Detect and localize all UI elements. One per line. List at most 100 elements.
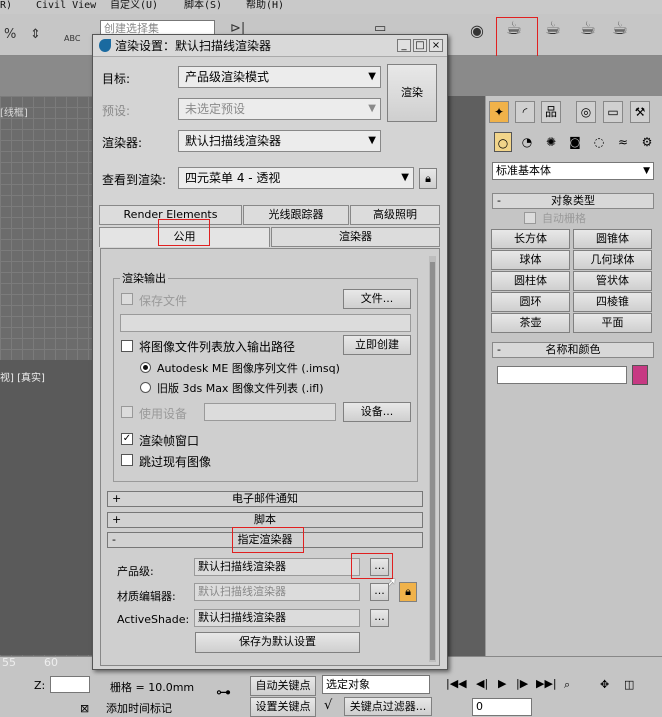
render-iterative-icon[interactable]: ☕ (612, 20, 628, 38)
cameras-icon[interactable]: ◙ (566, 132, 584, 152)
modify-tab-icon[interactable]: ◜ (515, 101, 535, 123)
object-color-swatch[interactable] (632, 365, 648, 385)
cylinder-button[interactable]: 圆柱体 (491, 271, 570, 291)
lights-icon[interactable]: ✺ (542, 132, 560, 152)
activeshade-browse-button[interactable]: ... (370, 609, 389, 627)
autogrid-checkbox[interactable] (524, 212, 536, 224)
key-icon[interactable]: ⊶ (216, 683, 231, 701)
material-editor-icon[interactable]: ◉ (470, 22, 484, 40)
files-button[interactable]: 文件... (343, 289, 411, 309)
auto-key-button[interactable]: 自动关键点 (250, 676, 316, 696)
rendered-frame-window-checkbox[interactable]: ✓ (121, 433, 133, 445)
key-filters-button[interactable]: 关键点过滤器... (344, 697, 432, 716)
current-frame-field[interactable]: 0 (472, 698, 532, 716)
imsq-radio[interactable] (140, 362, 151, 373)
render-button[interactable]: 渲染 (387, 64, 437, 122)
motion-tab-icon[interactable]: ◎ (576, 101, 596, 123)
zoom-icon[interactable]: ⌕ (564, 678, 570, 692)
category-dropdown[interactable]: 标准基本体 ▼ (492, 162, 654, 180)
lock-icon[interactable]: 🔒︎ (399, 582, 417, 602)
menu-item-civil-view[interactable]: Civil View (36, 0, 96, 12)
previous-frame-icon[interactable]: ◀| (476, 677, 488, 690)
preset-dropdown[interactable]: 未选定预设 ▼ (178, 98, 381, 120)
percent-snap-icon[interactable]: % (4, 26, 16, 44)
save-file-checkbox[interactable] (121, 293, 133, 305)
tab-advanced-lighting[interactable]: 高级照明 (350, 205, 440, 225)
viewport-label-top[interactable]: [线框] (0, 104, 28, 119)
render-icon[interactable]: ☕ (580, 20, 596, 38)
plane-button[interactable]: 平面 (573, 313, 652, 333)
object-name-field[interactable] (497, 366, 627, 384)
go-to-start-icon[interactable]: |◀◀ (446, 677, 467, 690)
create-tab-icon[interactable]: ✦ (489, 101, 509, 123)
menu-item-customize[interactable]: 自定义(U) (110, 0, 158, 12)
ifl-radio[interactable] (140, 382, 151, 393)
viewport-label-perspective[interactable]: 视] [真实] (0, 369, 45, 384)
time-tag-icon[interactable]: ⊠ (80, 702, 89, 715)
selected-object-dropdown[interactable]: 选定对象 (322, 675, 430, 694)
rendered-frame-icon[interactable]: ☕ (545, 20, 561, 38)
z-coordinate-field[interactable] (50, 676, 90, 693)
create-now-button[interactable]: 立即创建 (343, 335, 411, 355)
tab-renderer[interactable]: 渲染器 (271, 227, 440, 247)
teapot-button[interactable]: 茶壶 (491, 313, 570, 333)
view-to-render-value: 四元菜单 4 - 透视 (185, 171, 281, 185)
geometry-icon[interactable]: ○ (494, 132, 512, 152)
pyramid-button[interactable]: 四棱锥 (573, 292, 652, 312)
viewport-perspective[interactable] (0, 360, 93, 655)
scripts-title: 脚本 (254, 513, 276, 526)
target-dropdown[interactable]: 产品级渲染模式 ▼ (178, 66, 381, 88)
shapes-icon[interactable]: ◔ (518, 132, 536, 152)
category-value: 标准基本体 (496, 164, 551, 177)
close-button[interactable]: × (429, 39, 443, 52)
systems-icon[interactable]: ⚙ (638, 132, 656, 152)
helpers-icon[interactable]: ◌ (590, 132, 608, 152)
put-image-list-checkbox[interactable] (121, 340, 133, 352)
cone-button[interactable]: 圆锥体 (573, 229, 652, 249)
hierarchy-tab-icon[interactable]: 品 (541, 101, 561, 123)
go-to-end-icon[interactable]: ▶▶| (536, 677, 557, 690)
name-color-rollout[interactable]: - 名称和颜色 (492, 342, 654, 358)
geosphere-button[interactable]: 几何球体 (573, 250, 652, 270)
object-type-rollout[interactable]: - 对象类型 (492, 193, 654, 209)
play-icon[interactable]: ▶ (498, 677, 506, 690)
lock-icon[interactable]: 🔒︎ (419, 168, 437, 189)
menu-item-script[interactable]: 脚本(S) (184, 0, 222, 12)
devices-button[interactable]: 设备... (343, 402, 411, 422)
save-as-defaults-button[interactable]: 保存为默认设置 (195, 632, 360, 653)
display-tab-icon[interactable]: ▭ (603, 101, 623, 123)
tab-raytracer[interactable]: 光线跟踪器 (243, 205, 349, 225)
next-frame-icon[interactable]: |▶ (516, 677, 528, 690)
dialog-title-bar[interactable]: 渲染设置：默认扫描线渲染器 (93, 35, 447, 57)
use-device-checkbox[interactable] (121, 406, 133, 418)
spacewarps-icon[interactable]: ≈ (614, 132, 632, 152)
spinner-snap-icon[interactable]: ⇕ (30, 26, 41, 44)
ifl-label: 旧版 3ds Max 图像文件列表 (.ifl) (157, 382, 324, 395)
view-to-render-dropdown[interactable]: 四元菜单 4 - 透视 ▼ (178, 167, 414, 189)
output-path-field[interactable] (120, 314, 411, 332)
set-key-button[interactable]: 设置关键点 (250, 697, 316, 717)
scripts-rollout[interactable]: + 脚本 (107, 512, 423, 528)
renderer-dropdown[interactable]: 默认扫描线渲染器 ▼ (178, 130, 381, 152)
menu-item-rendering[interactable]: R) (0, 0, 12, 12)
torus-button[interactable]: 圆环 (491, 292, 570, 312)
tube-button[interactable]: 管状体 (573, 271, 652, 291)
minimize-button[interactable]: _ (397, 39, 411, 52)
device-field[interactable] (204, 403, 336, 421)
scrollbar-thumb[interactable] (430, 262, 435, 660)
menu-item-help[interactable]: 帮助(H) (246, 0, 284, 12)
zoom-extents-icon[interactable]: ◫ (624, 678, 634, 691)
curve-icon[interactable]: √ (324, 698, 332, 713)
skip-existing-checkbox[interactable] (121, 454, 133, 466)
material-editor-browse-button[interactable]: ... (370, 583, 389, 601)
utilities-tab-icon[interactable]: ⚒ (630, 101, 650, 123)
skip-existing-label: 跳过现有图像 (139, 455, 212, 469)
email-notifications-rollout[interactable]: + 电子邮件通知 (107, 491, 423, 507)
maximize-button[interactable]: □ (413, 39, 427, 52)
sphere-button[interactable]: 球体 (491, 250, 570, 270)
abc-icon[interactable]: ABC (64, 30, 80, 48)
box-button[interactable]: 长方体 (491, 229, 570, 249)
pan-icon[interactable]: ✥ (600, 678, 609, 691)
autogrid-label: 自动栅格 (542, 212, 586, 225)
add-time-tag[interactable]: 添加时间标记 (106, 700, 172, 716)
